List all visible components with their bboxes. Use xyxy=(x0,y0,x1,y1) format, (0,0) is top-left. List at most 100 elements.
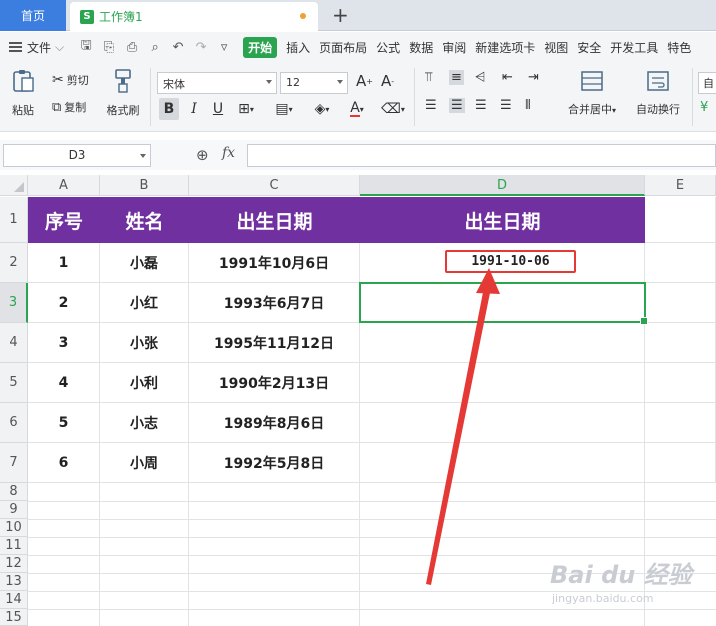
save-icon[interactable]: 🖫 xyxy=(76,37,96,57)
table-cell[interactable]: 小张 xyxy=(100,323,189,363)
justify-icon[interactable]: ☰ xyxy=(500,98,512,113)
table-cell[interactable]: 4 xyxy=(28,363,100,403)
table-cell[interactable]: 5 xyxy=(28,403,100,443)
select-all-corner[interactable] xyxy=(0,175,28,196)
fill-pattern-icon[interactable]: ▤ ▾ xyxy=(270,98,298,120)
bold-button[interactable]: B xyxy=(159,98,179,120)
selected-cell-d3[interactable] xyxy=(359,282,648,325)
table-cell[interactable] xyxy=(360,363,645,403)
align-left-icon[interactable]: ☰ xyxy=(425,98,437,113)
align-right-icon[interactable]: ☰ xyxy=(475,98,487,113)
row-header[interactable]: 13 xyxy=(0,573,28,591)
column-header[interactable]: C xyxy=(189,175,360,196)
paste-button[interactable]: 粘贴 xyxy=(6,68,40,118)
copy-button[interactable]: ⧉ 复制 xyxy=(52,99,86,115)
cell-header-birthdate-2[interactable]: 出生日期 xyxy=(360,197,645,243)
distribute-icon[interactable]: ⦀ xyxy=(525,98,531,113)
increase-font-icon[interactable]: A + xyxy=(356,72,373,90)
row-header[interactable]: 9 xyxy=(0,501,28,519)
tab-workbook[interactable]: S 工作簿1 xyxy=(70,2,318,31)
decrease-font-icon[interactable]: A- xyxy=(381,72,394,90)
tab-security[interactable]: 安全 xyxy=(577,39,601,56)
zoom-icon[interactable]: ⊕ xyxy=(196,146,209,164)
cell-header-seq[interactable]: 序号 xyxy=(28,197,100,243)
tab-developer[interactable]: 开发工具 xyxy=(610,39,658,56)
table-cell[interactable] xyxy=(645,283,716,323)
row-header[interactable]: 15 xyxy=(0,609,28,626)
borders-icon[interactable]: ⊞ ▾ xyxy=(232,98,260,120)
table-cell[interactable] xyxy=(645,323,716,363)
tab-home[interactable]: 首页 xyxy=(0,0,66,31)
table-cell[interactable]: 小红 xyxy=(100,283,189,323)
row-header[interactable]: 8 xyxy=(0,483,28,501)
table-cell[interactable]: 1989年8月6日 xyxy=(189,403,360,443)
table-cell[interactable] xyxy=(645,363,716,403)
cut-button[interactable]: ✂ 剪切 xyxy=(52,72,89,88)
tab-start[interactable]: 开始 xyxy=(243,36,278,58)
name-box[interactable]: D3 xyxy=(3,144,151,167)
table-cell[interactable]: 1 xyxy=(28,243,100,283)
clear-format-icon[interactable]: ⌫ ▾ xyxy=(379,98,407,120)
table-cell[interactable]: 1995年11月12日 xyxy=(189,323,360,363)
row-header[interactable]: 4 xyxy=(0,323,28,363)
table-cell[interactable] xyxy=(360,443,645,483)
table-cell[interactable]: 2 xyxy=(28,283,100,323)
align-bottom-icon[interactable]: ⩤ xyxy=(475,70,485,85)
column-header[interactable]: B xyxy=(100,175,189,196)
tab-new-tab[interactable]: 新建选项卡 xyxy=(475,39,535,56)
row-header[interactable]: 7 xyxy=(0,443,28,483)
table-cell[interactable] xyxy=(360,323,645,363)
row-header[interactable]: 2 xyxy=(0,243,28,283)
align-center-icon[interactable]: ☰ xyxy=(449,98,465,113)
highlighted-date-result[interactable]: 1991-10-06 xyxy=(445,250,576,273)
number-format-select[interactable]: 自 xyxy=(698,72,716,94)
cell-header-name[interactable]: 姓名 xyxy=(100,197,189,243)
row-header[interactable]: 11 xyxy=(0,537,28,555)
table-cell[interactable] xyxy=(645,243,716,283)
fx-icon[interactable]: fx xyxy=(222,145,235,161)
font-size-select[interactable]: 12 xyxy=(280,72,348,94)
tab-formulas[interactable]: 公式 xyxy=(376,39,400,56)
table-cell[interactable]: 1993年6月7日 xyxy=(189,283,360,323)
row-header[interactable]: 14 xyxy=(0,591,28,609)
row-header[interactable]: 5 xyxy=(0,363,28,403)
table-cell[interactable]: 小磊 xyxy=(100,243,189,283)
row-header[interactable]: 10 xyxy=(0,519,28,537)
tab-review[interactable]: 审阅 xyxy=(442,39,466,56)
row-header-selected[interactable]: 3 xyxy=(0,283,28,323)
column-header-selected[interactable]: D xyxy=(360,175,645,196)
row-header[interactable]: 12 xyxy=(0,555,28,573)
table-cell[interactable]: 3 xyxy=(28,323,100,363)
new-tab-button[interactable]: + xyxy=(332,3,349,27)
align-middle-icon[interactable]: ≡ xyxy=(449,70,464,85)
format-painter-button[interactable]: 格式刷 xyxy=(103,68,143,118)
fill-color-icon[interactable]: ◈ ▾ xyxy=(308,98,336,120)
table-cell[interactable]: 6 xyxy=(28,443,100,483)
font-name-select[interactable]: 宋体 xyxy=(157,72,277,94)
tab-data[interactable]: 数据 xyxy=(409,39,433,56)
column-header[interactable]: E xyxy=(645,175,716,196)
cell-header-birthdate[interactable]: 出生日期 xyxy=(189,197,360,243)
merge-center-button[interactable]: 合并居中▾ xyxy=(563,70,621,117)
table-cell[interactable]: 小志 xyxy=(100,403,189,443)
table-cell[interactable] xyxy=(360,403,645,443)
tab-page-layout[interactable]: 页面布局 xyxy=(319,39,367,56)
align-top-icon[interactable]: ⫪ xyxy=(425,70,432,85)
indent-increase-icon[interactable]: ⇥ xyxy=(528,70,539,85)
table-cell[interactable]: 小利 xyxy=(100,363,189,403)
formula-input[interactable] xyxy=(247,144,716,167)
currency-icon[interactable]: ¥ xyxy=(700,100,708,115)
row-header[interactable]: 1 xyxy=(0,197,28,243)
more-chevron-icon[interactable]: ▿ xyxy=(214,37,234,57)
tab-insert[interactable]: 插入 xyxy=(286,39,310,56)
table-cell[interactable] xyxy=(645,443,716,483)
row-header[interactable]: 6 xyxy=(0,403,28,443)
table-cell[interactable]: 1992年5月8日 xyxy=(189,443,360,483)
wrap-text-button[interactable]: 自动换行 xyxy=(629,70,687,117)
underline-button[interactable]: U xyxy=(208,98,228,120)
export-icon[interactable]: ⎘ xyxy=(99,37,119,57)
undo-icon[interactable]: ↶ xyxy=(168,37,188,57)
table-cell[interactable]: 1990年2月13日 xyxy=(189,363,360,403)
tab-features[interactable]: 特色 xyxy=(667,39,691,56)
column-header[interactable]: A xyxy=(28,175,100,196)
